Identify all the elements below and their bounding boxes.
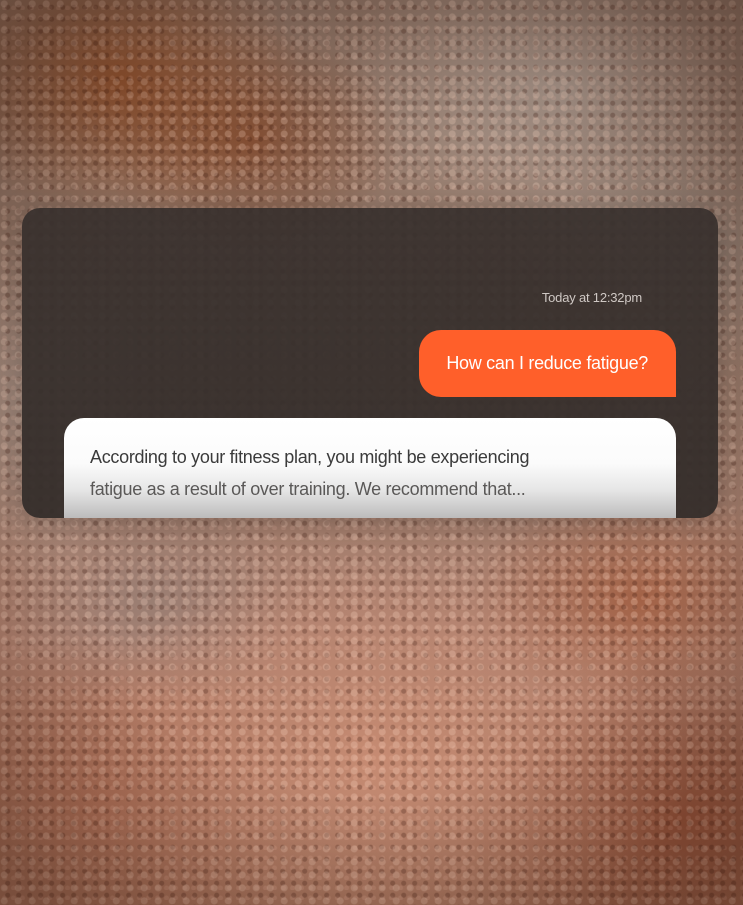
message-timestamp: Today at 12:32pm — [541, 290, 642, 305]
chat-panel: Today at 12:32pm How can I reduce fatigu… — [22, 208, 718, 518]
assistant-reply-line-2: fatigue as a result of over training. We… — [90, 479, 526, 499]
user-message-text: How can I reduce fatigue? — [446, 353, 648, 373]
user-message-bubble[interactable]: How can I reduce fatigue? — [419, 330, 676, 397]
assistant-reply-line-1: According to your fitness plan, you migh… — [90, 447, 530, 467]
assistant-reply-bubble[interactable]: According to your fitness plan, you migh… — [64, 418, 676, 518]
